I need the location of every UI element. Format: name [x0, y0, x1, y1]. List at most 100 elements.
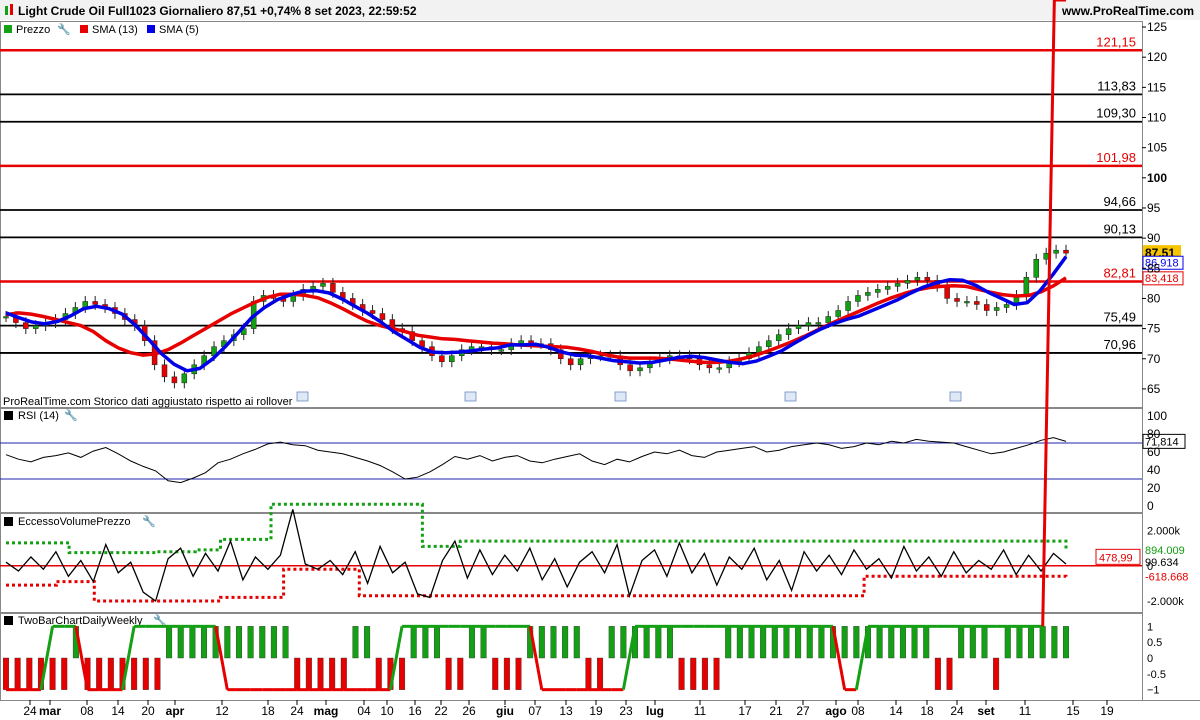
candle-body — [567, 358, 574, 366]
daily-bar — [795, 626, 802, 659]
date-tick-label: ago — [825, 704, 846, 718]
volume-tick-label: -2.000k — [1147, 596, 1184, 608]
rsi-plot[interactable]: 71,814 — [0, 433, 1186, 484]
daily-bar — [713, 657, 720, 690]
date-tick-label: 26 — [462, 704, 476, 718]
daily-bar — [61, 657, 68, 690]
date-tick-label: 14 — [889, 704, 903, 718]
candle-body — [627, 364, 633, 372]
daily-bar — [958, 626, 965, 659]
twobar-tick-label: 0.5 — [1147, 637, 1162, 649]
daily-bar — [468, 626, 475, 659]
candle-body — [924, 277, 931, 281]
level-label-5: 90,13 — [1103, 221, 1136, 236]
candle-body — [498, 349, 505, 352]
price-tick-label: 90 — [1147, 231, 1161, 245]
legend-rsi: RSI (14) — [18, 410, 59, 422]
candle-body — [92, 301, 98, 305]
candle-body — [181, 373, 188, 384]
date-tick-label: 08 — [80, 704, 94, 718]
legend-prezzo: Prezzo — [16, 24, 50, 36]
twobar-tick-label: 0 — [1147, 653, 1153, 665]
level-label-0: 121,15 — [1096, 34, 1136, 49]
date-tick-label: mar — [39, 704, 61, 718]
candle-body — [904, 280, 911, 284]
daily-bar — [294, 657, 301, 690]
candle-body — [716, 367, 723, 370]
level-label-1: 113,83 — [1097, 78, 1136, 93]
daily-bar — [201, 626, 208, 659]
daily-bar — [981, 626, 988, 659]
candle-body — [766, 340, 772, 347]
price-legend[interactable]: Prezzo 🔧 SMA (13) SMA (5) — [4, 22, 199, 36]
candle-body — [369, 310, 376, 314]
candle-body — [983, 304, 990, 311]
candle-body — [379, 313, 386, 320]
daily-bar — [49, 657, 56, 690]
candle-body — [944, 286, 950, 299]
daily-bar — [853, 626, 860, 659]
crude-oil-chart[interactable]: Light Crude Oil Full1023 Giornaliero 87,… — [0, 0, 1200, 720]
rsi-tick-label: 60 — [1147, 445, 1161, 459]
daily-bar — [364, 626, 371, 659]
sma5-legend-swatch — [147, 25, 155, 33]
daily-bar — [818, 626, 825, 659]
daily-bar — [154, 657, 161, 690]
daily-bar — [562, 626, 569, 659]
date-tick-label: 19 — [1100, 704, 1114, 718]
date-tick-label: 23 — [619, 704, 633, 718]
volume-upper-band — [6, 502, 1068, 555]
daily-bar — [1004, 626, 1011, 659]
daily-bar — [235, 626, 242, 659]
daily-bar — [550, 626, 557, 659]
wrench-icon[interactable]: 🔧 — [64, 408, 78, 422]
daily-bar — [503, 657, 510, 690]
daily-bar — [282, 626, 289, 659]
rsi-legend[interactable]: RSI (14) 🔧 — [4, 408, 78, 422]
candle-body — [1043, 252, 1049, 260]
wrench-icon[interactable]: 🔧 — [57, 22, 71, 36]
daily-bar — [748, 626, 755, 659]
volume-plot[interactable]: 478,99894.00999.634-618.668 — [0, 502, 1188, 603]
daily-bar — [690, 657, 697, 690]
daily-bar — [888, 626, 895, 659]
price-tick-label: 70 — [1147, 352, 1161, 366]
daily-bar — [131, 657, 138, 690]
candle-body — [775, 334, 782, 341]
price-tick-label: 110 — [1147, 111, 1166, 125]
price-tick-label: 115 — [1147, 80, 1166, 94]
candle-body — [1033, 258, 1040, 278]
daily-bar — [1016, 626, 1023, 659]
volume-legend[interactable]: EccessoVolumePrezzo 🔧 — [4, 514, 156, 528]
daily-bar — [934, 657, 941, 690]
date-tick-label: 04 — [357, 704, 371, 718]
legend-sma5: SMA (5) — [159, 24, 199, 36]
price-legend-swatch — [4, 25, 12, 33]
daily-bar — [806, 626, 813, 659]
wrench-icon[interactable]: 🔧 — [142, 514, 156, 528]
daily-bar — [573, 626, 580, 659]
date-tick-label: 24 — [290, 704, 304, 718]
candle-body — [865, 292, 871, 296]
price-tick-label: 95 — [1147, 201, 1161, 215]
legend-volume: EccessoVolumePrezzo — [18, 516, 131, 528]
candle-body — [1003, 304, 1010, 308]
price-plot[interactable]: 121,15 113,83 109,30 101,98 94,66 90,13 82,81 7… — [0, 34, 1184, 402]
daily-bar — [911, 626, 918, 659]
event-marker-icon — [784, 391, 797, 402]
legend-twobar: TwoBarChartDailyWeekly — [18, 615, 143, 627]
date-tick-label: 07 — [528, 704, 542, 718]
candle-body — [894, 283, 901, 287]
candle-body — [825, 316, 831, 323]
date-tick-label: lug — [646, 704, 664, 718]
daily-bar — [107, 657, 114, 690]
daily-bar — [701, 657, 708, 690]
daily-bar — [1039, 626, 1046, 659]
candle-body — [23, 322, 29, 329]
volume-lower-band — [6, 567, 1068, 603]
rollover-note: ProRealTime.com Storico dati aggiustato … — [3, 396, 293, 408]
candle-body — [1063, 249, 1069, 254]
volume-legend-swatch — [4, 517, 13, 526]
site-name[interactable]: www.ProRealTime.com — [1061, 4, 1194, 18]
daily-bar — [969, 626, 976, 659]
